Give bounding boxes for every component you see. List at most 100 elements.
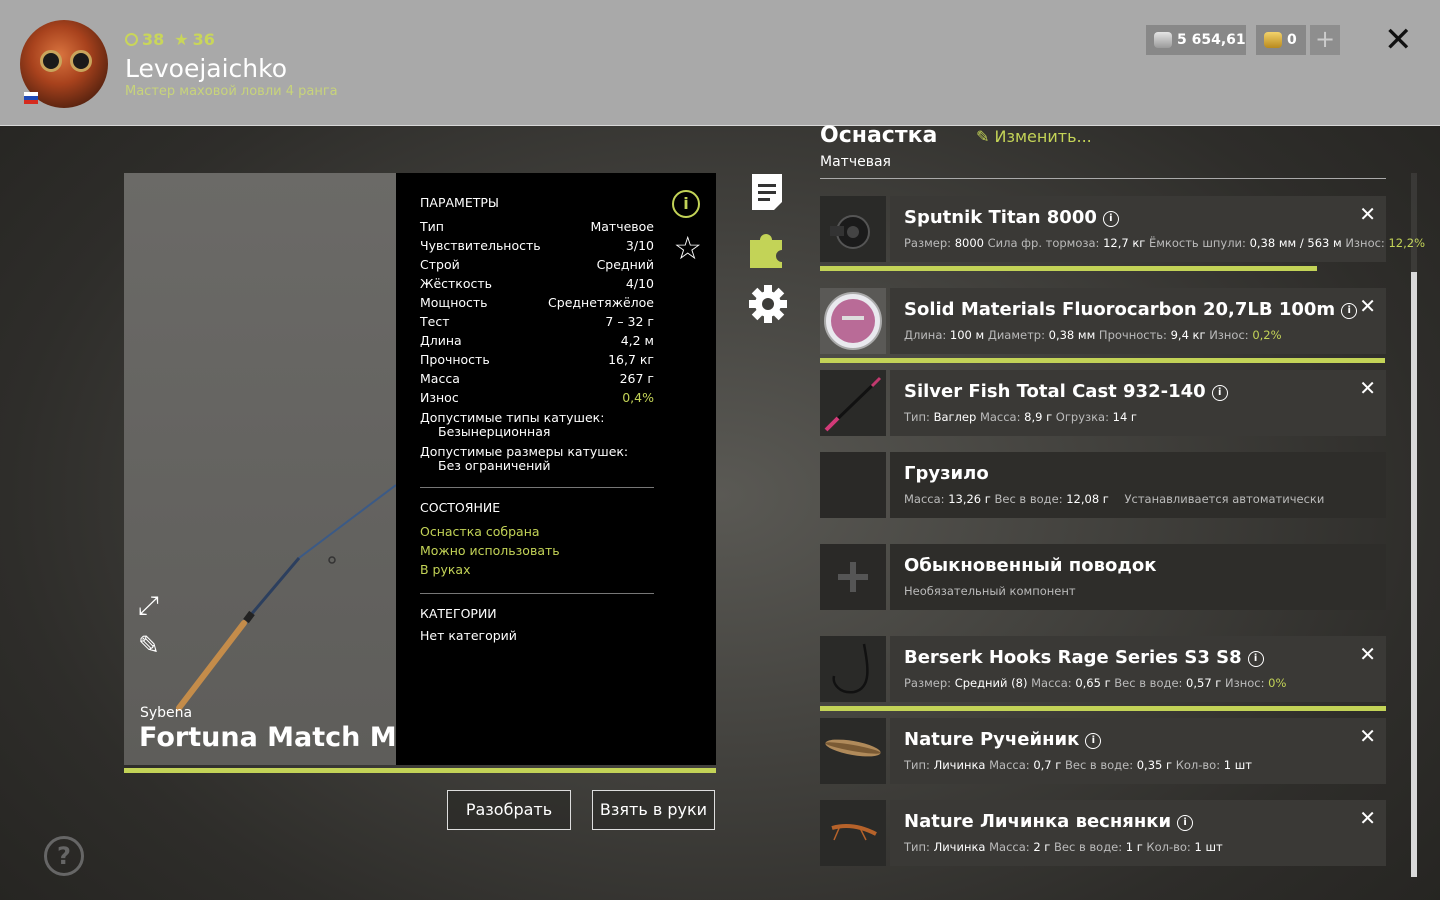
star-icon: ★ [174,30,189,49]
tackle-item-note: Необязательный компонент [904,584,1076,598]
meta-label: Сила фр. тормоза: [987,236,1100,250]
param-value: 0,4% [622,390,654,405]
meta-label: Вес в воде: [1114,676,1183,690]
meta-value: 8000 [954,236,984,250]
meta-value: 0,65 г [1075,676,1111,690]
categories-heading: КАТЕГОРИИ [420,606,497,621]
tackle-item-body: Nature Личинка веснянки i Тип: Личинка Мас… [890,800,1386,866]
remove-icon[interactable]: ✕ [1359,376,1376,400]
scrollbar-thumb[interactable] [1411,272,1417,877]
player-name: Levoejaichko [125,54,288,83]
tackle-item-name-row: Nature Ручейник i [904,729,1386,750]
param-row: Износ 0,4% [420,388,654,407]
edit-label: Изменить... [994,127,1092,146]
edit-tackle-button[interactable]: ✎ Изменить... [976,127,1092,146]
player-ranks: 38 ★ 36 [125,30,215,49]
info-icon[interactable]: i [1177,815,1194,831]
meta-label: Размер: [904,676,952,690]
meta-label: Вес в воде: [994,492,1063,506]
param-row: Тип Матчевое [420,217,654,236]
tackle-item[interactable]: Обыкновенный поводок Необязательный компо… [820,544,1386,610]
tackle-item-name-row: Грузило [904,463,1386,484]
meta-label: Масса: [1031,676,1072,690]
reel-types-label: Допустимые типы катушек: [420,410,605,425]
expand-icon[interactable]: ⤢ [138,591,159,622]
meta-label: Прочность: [1098,328,1167,342]
param-value: Средний [596,257,654,272]
meta-value: 14 г [1112,410,1137,424]
meta-value: 12,7 кг [1103,236,1146,250]
stars-value: 36 [192,30,215,49]
remove-icon[interactable]: ✕ [1359,724,1376,748]
close-icon[interactable]: ✕ [1384,22,1413,58]
take-in-hands-button[interactable]: Взять в руки [592,790,715,830]
level-circle-icon [125,33,138,46]
paint-brush-icon[interactable]: ✎ [138,631,160,661]
tackle-item-thumbnail [820,196,886,262]
meta-label: Огрузка: [1055,410,1109,424]
params-heading: ПАРАМЕТРЫ [420,195,499,210]
remove-icon[interactable]: ✕ [1359,806,1376,830]
tackle-item-note: Устанавливается автоматически [1124,492,1325,506]
tackle-item[interactable]: Silver Fish Total Cast 932-140 i Тип: Вагл… [820,370,1386,436]
document-icon[interactable] [748,172,786,212]
tackle-item[interactable]: Solid Materials Fluorocarbon 20,7LB 100m… [820,288,1386,354]
meta-value: 1 шт [1223,758,1252,772]
divider [420,487,654,488]
meta-label: Масса: [979,410,1021,424]
info-icon[interactable]: i [1211,385,1228,401]
meta-label: Кол-во: [1146,840,1191,854]
silver-balance[interactable]: 5 654,61 [1146,25,1246,55]
russia-flag-icon [24,92,38,104]
info-icon[interactable]: i [1247,651,1264,667]
tackle-item[interactable]: Грузило Масса: 13,26 г Вес в воде: 12,08 … [820,452,1386,518]
info-icon[interactable]: i [1085,733,1102,749]
add-component-icon[interactable] [820,544,886,610]
param-label: Масса [420,371,460,386]
reel-sizes-label: Допустимые размеры катушек: [420,444,629,459]
param-label: Жёсткость [420,276,493,291]
rod-preview[interactable]: ⤢ ✎ [124,173,397,765]
tackle-item[interactable]: Berserk Hooks Rage Series S3 S8 i Размер: … [820,636,1386,702]
silver-coins-icon [1154,32,1172,48]
add-currency-button[interactable]: + [1310,25,1340,55]
tackle-item-meta: Тип: Личинка Масса: 2 г Вес в воде: 1 г … [904,840,1386,854]
meta-label: Тип: [904,840,930,854]
gold-coins-icon [1264,32,1282,48]
param-label: Длина [420,333,462,348]
meta-label: Вес в воде: [1054,840,1123,854]
gold-balance[interactable]: 0 [1256,25,1306,55]
tackle-item-name-row: Silver Fish Total Cast 932-140 i [904,381,1386,402]
remove-icon[interactable]: ✕ [1359,294,1376,318]
tackle-item-thumbnail [820,718,886,784]
param-value: 4,2 м [620,333,654,348]
tackle-item-body: Solid Materials Fluorocarbon 20,7LB 100m… [890,288,1386,354]
rod-brand: Sybena [140,705,193,721]
disassemble-button[interactable]: Разобрать [447,790,571,830]
tackle-item-name: Nature Ручейник [904,729,1080,750]
meta-value: 12,2% [1388,236,1426,250]
remove-icon[interactable]: ✕ [1359,642,1376,666]
meta-label: Длина: [904,328,947,342]
info-icon[interactable]: i [672,190,700,218]
favorite-star-icon[interactable]: ☆ [673,229,702,267]
param-row: Чувствительность 3/10 [420,236,654,255]
info-icon[interactable]: i [1102,211,1119,227]
tackle-item[interactable]: Nature Ручейник i Тип: Личинка Масса: 0,7 … [820,718,1386,784]
meta-value: 2 г [1033,840,1051,854]
info-icon[interactable]: i [1341,303,1358,319]
tackle-item[interactable]: Sputnik Titan 8000 i Размер: 8000 Сила фр.… [820,196,1425,262]
tackle-item[interactable]: Nature Личинка веснянки i Тип: Личинка Мас… [820,800,1386,866]
state-item: Можно использовать [420,543,560,558]
gear-icon[interactable] [748,284,788,324]
remove-icon[interactable]: ✕ [1359,202,1376,226]
edit-icon: ✎ [976,127,990,146]
state-heading: СОСТОЯНИЕ [420,500,501,515]
rod-parameters-panel: i ☆ ПАРАМЕТРЫ Тип Матчевое Чувствительност… [396,173,716,765]
meta-label: Износ: [1345,236,1385,250]
param-row: Тест 7 – 32 г [420,312,654,331]
tackle-item-meta: Масса: 13,26 г Вес в воде: 12,08 г Устан… [904,492,1386,506]
help-icon[interactable]: ? [44,836,84,876]
puzzle-icon[interactable] [748,228,788,268]
tackle-item-thumbnail [820,288,886,354]
